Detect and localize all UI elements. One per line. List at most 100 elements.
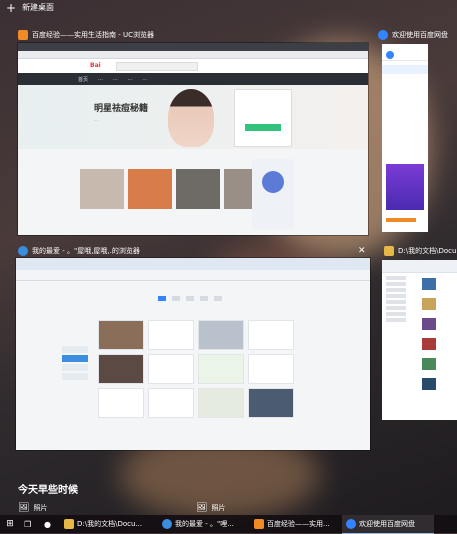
tree-item[interactable]: [386, 282, 406, 286]
pan-window-title[interactable]: 欢迎使用百度网盘: [378, 30, 448, 40]
uc-page-nav: 首页............: [18, 73, 368, 85]
explorer-window-thumbnail[interactable]: [382, 260, 457, 420]
uc-nav-item[interactable]: ...: [128, 76, 133, 82]
pan-sidebar-item[interactable]: [382, 119, 428, 128]
file-thumbnail[interactable]: [422, 338, 436, 350]
file-thumbnail[interactable]: [422, 378, 436, 390]
search-input[interactable]: [116, 62, 198, 71]
speed-dial-tile[interactable]: [98, 320, 144, 350]
tree-item[interactable]: [386, 276, 406, 280]
tree-item[interactable]: [386, 318, 406, 322]
speed-dial-tile[interactable]: [98, 354, 144, 384]
card-image[interactable]: [80, 169, 124, 209]
qh-window-thumbnail[interactable]: [16, 258, 370, 450]
pan-sidebar-item[interactable]: [382, 137, 428, 146]
pan-sidebar-item[interactable]: [382, 74, 428, 83]
speed-dial-tile[interactable]: [98, 388, 144, 418]
uc-nav-item[interactable]: ...: [113, 76, 118, 82]
new-desktop-label: 新建桌面: [22, 3, 55, 12]
file-thumbnail[interactable]: [422, 278, 436, 290]
timeline-heading: 今天早些时候: [18, 485, 78, 496]
uc-window-thumbnail[interactable]: Bai 首页............ 明星祛痘秘籍 ...: [18, 43, 368, 235]
qh-nav-tab[interactable]: [214, 296, 222, 301]
baidu-pan-icon: [378, 30, 388, 40]
qh-window-title[interactable]: 我的最爱 - 。"屋哦,屋哦,.的浏览器: [18, 246, 140, 256]
qh-nav-tab[interactable]: [172, 296, 180, 301]
qh-sidebar-item[interactable]: [62, 355, 88, 362]
taskbar-browser[interactable]: 我的最爱 - 。"哩...: [158, 515, 250, 533]
tree-item[interactable]: [386, 294, 406, 298]
qh-sidebar-item[interactable]: [62, 346, 88, 353]
browser-icon: [162, 519, 172, 529]
pan-sidebar-item[interactable]: [382, 92, 428, 101]
pan-sidebar-item[interactable]: [382, 65, 428, 74]
banner-title: 明星祛痘秘籍: [94, 104, 149, 114]
qh-nav-tab[interactable]: [158, 296, 166, 301]
tree-item[interactable]: [386, 300, 406, 304]
baidu-logo: Bai: [90, 62, 101, 69]
qh-close-button[interactable]: ✕: [358, 246, 366, 256]
task-view-icon: ❐: [24, 519, 32, 529]
uc-nav-item[interactable]: 首页: [78, 76, 88, 83]
tree-item[interactable]: [386, 306, 406, 310]
speed-dial-tile[interactable]: [198, 320, 244, 350]
start-button[interactable]: ⊞: [0, 515, 20, 533]
pan-sidebar-item[interactable]: [382, 101, 428, 110]
explorer-window-title[interactable]: D:\我的文档\Docume: [384, 246, 457, 256]
task-view-button[interactable]: ❐: [20, 515, 40, 533]
pan-sidebar-item[interactable]: [382, 110, 428, 119]
photos-icon: 🖼: [18, 503, 30, 513]
pan-promo-ad[interactable]: [386, 164, 424, 210]
taskbar-uc[interactable]: 百度经验——实用...: [250, 515, 342, 533]
content-cards: [80, 159, 268, 231]
speed-dial-tile[interactable]: [198, 354, 244, 384]
speed-dial-tile[interactable]: [198, 388, 244, 418]
qh-window-title-text: 我的最爱 - 。"屋哦,屋哦,.的浏览器: [32, 247, 140, 255]
speed-dial-tile[interactable]: [148, 320, 194, 350]
promo-banner[interactable]: 明星祛痘秘籍 ...: [18, 85, 368, 149]
timeline-photo-item[interactable]: 🖼 照片: [18, 503, 47, 513]
pan-window-title-text: 欢迎使用百度网盘: [392, 31, 448, 39]
uc-nav-item[interactable]: ...: [98, 76, 103, 82]
explorer-tree: [382, 274, 416, 322]
qh-tab-strip: [16, 258, 370, 270]
qh-sidebar-item[interactable]: [62, 373, 88, 380]
pan-window-thumbnail[interactable]: [382, 44, 428, 232]
taskbar-pan[interactable]: 欢迎使用百度网盘: [342, 514, 434, 534]
qh-nav-tab[interactable]: [186, 296, 194, 301]
folder-icon: [64, 519, 74, 529]
file-thumbnail[interactable]: [422, 318, 436, 330]
qh-nav-tab[interactable]: [200, 296, 208, 301]
speed-dial-tile[interactable]: [248, 320, 294, 350]
speed-dial-tile[interactable]: [248, 354, 294, 384]
taskbar-app-qq[interactable]: ●: [40, 515, 60, 533]
new-desktop-button[interactable]: + 新建桌面: [6, 2, 55, 14]
speed-dial-tile[interactable]: [148, 388, 194, 418]
banner-subtitle: ...: [94, 117, 98, 122]
pan-sidebar-item[interactable]: [382, 128, 428, 137]
taskbar-explorer[interactable]: D:\我的文档\Docu...: [60, 515, 158, 533]
qh-sidebar-item[interactable]: [62, 364, 88, 371]
file-thumbnail[interactable]: [422, 358, 436, 370]
photo-label: 照片: [211, 504, 226, 512]
uc-window-title[interactable]: 百度经验——实用生活指南 - UC浏览器: [18, 30, 154, 40]
close-icon: ✕: [358, 246, 366, 256]
right-widget: [252, 159, 294, 229]
tree-item[interactable]: [386, 288, 406, 292]
taskbar-label: 百度经验——实用...: [267, 520, 330, 528]
qq-icon: ●: [44, 519, 51, 529]
timeline-photo-item[interactable]: 🖼 照片: [196, 503, 225, 513]
speed-dial-tile[interactable]: [248, 388, 294, 418]
explorer-window-title-text: D:\我的文档\Docume: [398, 247, 457, 255]
uc-nav-item[interactable]: ...: [142, 76, 147, 82]
tree-item[interactable]: [386, 312, 406, 316]
explorer-ribbon: [382, 260, 457, 273]
uc-window-title-text: 百度经验——实用生活指南 - UC浏览器: [32, 31, 154, 39]
uc-address-bar: [18, 51, 368, 59]
file-thumbnail[interactable]: [422, 298, 436, 310]
card-image[interactable]: [128, 169, 172, 209]
pan-sidebar-item[interactable]: [382, 83, 428, 92]
login-button[interactable]: [245, 124, 281, 131]
card-image[interactable]: [176, 169, 220, 209]
speed-dial-tile[interactable]: [148, 354, 194, 384]
